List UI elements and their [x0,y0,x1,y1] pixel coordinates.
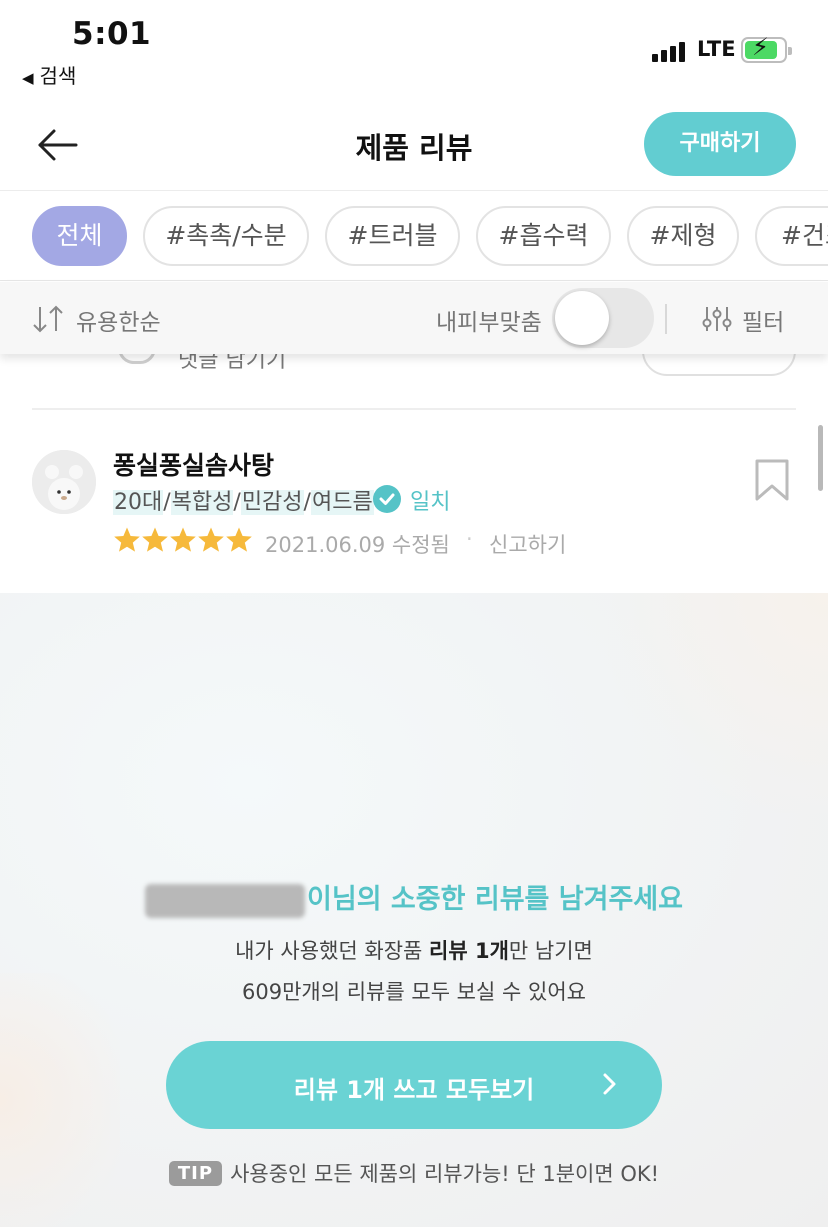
chip-texture[interactable]: #제형 [627,206,739,266]
chip-dryness[interactable]: #건조 [755,206,828,266]
signal-icon [652,40,692,62]
chip-trouble[interactable]: #트러블 [325,206,460,266]
skin-match-toggle[interactable] [552,288,654,348]
skin-tags: 20대/복합성/민감성/여드름 [113,490,374,515]
promo-title: 이님의 소중한 리뷰를 남겨주세요 [0,877,828,918]
skin-tag-acne: 여드름 [310,490,374,515]
promo-description-line1: 내가 사용했던 화장품 리뷰 1개만 남기면 [235,939,593,963]
previous-review-footer: 댓글 남기기 0 [0,354,828,410]
back-to-app-link[interactable]: ◀ 검색 [22,60,76,89]
chevron-right-icon [602,1071,618,1097]
review-date: 2021.06.09 수정됨 [265,533,450,557]
chip-absorption[interactable]: #흡수력 [476,206,611,266]
skin-match-label: 내피부맞춤 [436,310,542,336]
write-review-button[interactable]: 리뷰 1개 쓰고 모두보기 [166,1041,662,1129]
tip-text: 사용중인 모든 제품의 리뷰가능! 단 1분이면 OK! [230,1162,660,1186]
chip-moisture[interactable]: #촉촉/수분 [143,206,309,266]
status-time: 5:01 [72,16,152,52]
check-icon [373,485,401,513]
promo-title-text: 이님의 소중한 리뷰를 남겨주세요 [307,884,683,915]
comment-icon[interactable] [118,354,156,364]
star-icon [226,527,252,552]
star-icon [198,527,224,552]
redacted-username [145,883,306,918]
tip-row: TIP 사용중인 모든 제품의 리뷰가능! 단 1분이면 OK! [0,1158,828,1188]
review-card: 퐁실퐁실솜사탕 20대/복합성/민감성/여드름 일치 2021.06.09 수정… [0,410,828,593]
keyword-chip-row: 전체 #촉촉/수분 #트러블 #흡수력 #제형 #건조 [0,191,828,281]
back-triangle-icon: ◀ [22,69,34,87]
buy-button[interactable]: 구매하기 [644,112,796,176]
promo-description-line2: 609만개의 리뷰를 모두 보실 수 있어요 [242,980,586,1004]
match-label: 일치 [410,490,451,515]
filter-sliders-icon[interactable] [702,304,732,334]
sort-filter-bar: 유용한순 내피부맞춤 필터 [0,282,828,354]
filter-label[interactable]: 필터 [742,303,784,337]
back-app-label: 검색 [39,64,77,88]
skin-tag-age: 20대 [113,490,164,515]
write-review-promo: 이님의 소중한 리뷰를 남겨주세요 내가 사용했던 화장품 리뷰 1개만 남기면… [0,593,828,1227]
chip-all[interactable]: 전체 [32,206,127,266]
skin-tag-type: 복합성 [170,490,234,515]
star-icon [170,527,196,552]
separator-dot: · [466,527,473,551]
bookmark-icon[interactable] [754,458,790,502]
divider [665,304,667,334]
star-icon [142,527,168,552]
avatar[interactable] [32,450,96,514]
toggle-knob [555,291,609,345]
battery-icon: ⚡ [741,35,792,63]
skin-tag-sensitive: 민감성 [240,490,304,515]
helpful-count: 0 [736,354,749,358]
write-review-label: 리뷰 1개 쓰고 모두보기 [293,1076,535,1104]
sort-arrows-icon[interactable] [32,304,64,334]
network-label: LTE [697,37,736,61]
scrollbar[interactable] [818,425,823,491]
sort-option-label[interactable]: 유용한순 [76,303,161,337]
report-link[interactable]: 신고하기 [489,529,566,559]
status-bar: 5:01 ◀ 검색 LTE ⚡ [0,0,828,95]
top-header: 제품 리뷰 구매하기 [0,95,828,191]
helpful-button[interactable]: 0 [642,354,796,376]
reviewer-name[interactable]: 퐁실퐁실솜사탕 [113,446,274,482]
comment-preview[interactable]: 댓글 남기기 [178,354,286,374]
star-icon [114,527,140,552]
tip-badge: TIP [168,1160,223,1186]
